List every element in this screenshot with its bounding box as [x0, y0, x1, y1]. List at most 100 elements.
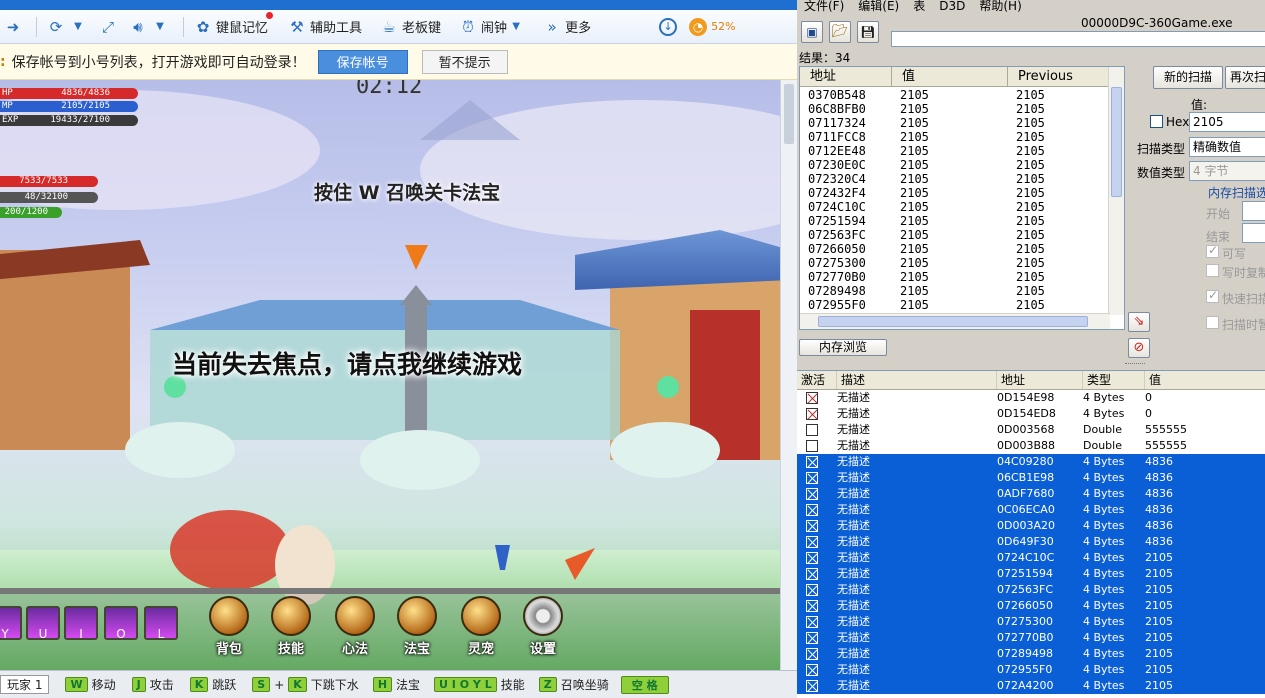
new-scan-button[interactable]: 新的扫描	[1153, 66, 1223, 89]
dont-remind-button[interactable]: 暂不提示	[421, 49, 508, 74]
active-checkbox[interactable]	[806, 536, 818, 548]
cpu-meter[interactable]: ◔ 52%	[685, 10, 739, 44]
next-scan-button[interactable]: 再次扫	[1225, 66, 1265, 89]
active-checkbox[interactable]	[806, 552, 818, 564]
scan-result-row[interactable]: 07289498 2105 2105	[808, 284, 1108, 298]
menu-help[interactable]: 帮助(H)	[972, 0, 1028, 14]
more-button[interactable]: » 更多	[539, 10, 595, 44]
add-to-list-button[interactable]: ⇘	[1128, 312, 1150, 332]
scan-result-row[interactable]: 072955F0 2105 2105	[808, 298, 1108, 312]
menu-d3d[interactable]: D3D	[932, 0, 972, 14]
col-active[interactable]: 激活	[797, 371, 837, 389]
address-entry-row[interactable]: 无描述 0D003B88 Double 555555	[797, 438, 1265, 454]
game-canvas[interactable]: HP 4836/4836 MP 2105/2105 EXP 19433/27100 7…	[0, 80, 780, 670]
scan-result-row[interactable]: 072563FC 2105 2105	[808, 228, 1108, 242]
active-checkbox[interactable]	[806, 648, 818, 660]
scrollbar-thumb[interactable]	[1111, 87, 1122, 197]
fast-scan-checkbox[interactable]	[1206, 288, 1219, 303]
end-address-input[interactable]	[1242, 223, 1265, 243]
scan-result-row[interactable]: 07230E0C 2105 2105	[808, 158, 1108, 172]
col-type[interactable]: 类型	[1083, 371, 1145, 389]
skill-slot-l[interactable]: L	[144, 606, 178, 641]
active-checkbox[interactable]	[806, 440, 818, 452]
active-checkbox[interactable]	[806, 680, 818, 692]
scan-results-list[interactable]: 地址 值 Previous 0370B548 2105 2105 06C8BFB0 21…	[799, 66, 1125, 330]
scan-result-row[interactable]: 072770B0 2105 2105	[808, 270, 1108, 284]
refresh-button[interactable]: ⟳ ▼	[43, 10, 95, 44]
forward-button[interactable]: ➜	[0, 10, 30, 44]
scan-result-row[interactable]: 07251594 2105 2105	[808, 214, 1108, 228]
col-val[interactable]: 值	[1145, 371, 1265, 389]
address-entry-row[interactable]: 无描述 0D154E98 4 Bytes 0	[797, 390, 1265, 406]
active-checkbox[interactable]	[806, 600, 818, 612]
scan-result-row[interactable]: 0370B548 2105 2105	[808, 88, 1108, 102]
clear-list-button[interactable]: ⊘	[1128, 338, 1150, 358]
keymouse-memory-button[interactable]: ✿ 键鼠记忆	[190, 10, 273, 44]
address-list[interactable]: 激活 描述 地址 类型 值 无描述 0D154E98 4 Bytes 0 无描述 0D15…	[797, 370, 1265, 698]
scan-result-row[interactable]: 0712EE48 2105 2105	[808, 144, 1108, 158]
scan-result-row[interactable]: 0711FCC8 2105 2105	[808, 130, 1108, 144]
menu-file[interactable]: 文件(F)	[797, 0, 851, 14]
pet-button[interactable]: 灵宠	[456, 596, 506, 657]
address-entry-row[interactable]: 无描述 072955F0 4 Bytes 2105	[797, 662, 1265, 678]
address-entry-row[interactable]: 无描述 06CB1E98 4 Bytes 4836	[797, 470, 1265, 486]
lost-focus-hint[interactable]: 当前失去焦点，请点我继续游戏	[172, 345, 522, 381]
skill-slot-u[interactable]: U	[26, 606, 60, 641]
copy-on-write-checkbox[interactable]	[1206, 264, 1219, 277]
menu-edit[interactable]: 编辑(E)	[851, 0, 906, 14]
splitter-grip[interactable]	[1125, 363, 1145, 366]
col-address[interactable]: 地址	[800, 67, 892, 86]
skill-slot-o[interactable]: O	[104, 606, 138, 641]
active-checkbox[interactable]	[806, 472, 818, 484]
scan-result-row[interactable]: 072320C4 2105 2105	[808, 172, 1108, 186]
active-checkbox[interactable]	[806, 408, 818, 420]
address-entry-row[interactable]: 无描述 07275300 4 Bytes 2105	[797, 614, 1265, 630]
pause-scan-checkbox[interactable]	[1206, 316, 1219, 329]
col-value[interactable]: 值	[892, 67, 1008, 86]
skill-slot-i[interactable]: I	[64, 606, 98, 641]
fullscreen-button[interactable]: ⤢	[95, 10, 125, 44]
address-entry-row[interactable]: 无描述 04C09280 4 Bytes 4836	[797, 454, 1265, 470]
col-previous[interactable]: Previous	[1008, 67, 1110, 86]
skills-button[interactable]: 技能	[266, 596, 316, 657]
scan-value-input[interactable]: 2105	[1189, 112, 1265, 132]
active-checkbox[interactable]	[806, 584, 818, 596]
address-entry-row[interactable]: 无描述 072A4200 4 Bytes 2105	[797, 678, 1265, 694]
address-entry-row[interactable]: 无描述 0ADF7680 4 Bytes 4836	[797, 486, 1265, 502]
active-checkbox[interactable]	[806, 520, 818, 532]
scan-result-row[interactable]: 07266050 2105 2105	[808, 242, 1108, 256]
address-entry-row[interactable]: 无描述 0D649F30 4 Bytes 4836	[797, 534, 1265, 550]
scrollbar-thumb[interactable]	[784, 84, 794, 144]
writable-checkbox[interactable]	[1206, 243, 1219, 258]
open-table-button[interactable]: 📂︎	[829, 21, 851, 43]
boss-key-button[interactable]: ☕︎ 老板键	[376, 10, 445, 44]
address-entry-row[interactable]: 无描述 07266050 4 Bytes 2105	[797, 598, 1265, 614]
scan-vscrollbar[interactable]	[1108, 67, 1124, 315]
address-entry-row[interactable]: 无描述 0D154ED8 4 Bytes 0	[797, 406, 1265, 422]
menu-table[interactable]: 表	[906, 0, 932, 14]
memory-view-button[interactable]: 内存浏览	[799, 339, 887, 356]
treasure-button[interactable]: 法宝	[392, 596, 442, 657]
active-checkbox[interactable]	[806, 424, 818, 436]
skill-slot-y[interactable]: Y	[0, 606, 22, 641]
bag-button[interactable]: 背包	[204, 596, 254, 657]
scan-result-row[interactable]: 07117324 2105 2105	[808, 116, 1108, 130]
select-process-button[interactable]: ▣	[801, 21, 823, 43]
browser-scrollbar[interactable]	[780, 80, 797, 698]
active-checkbox[interactable]	[806, 664, 818, 676]
active-checkbox[interactable]	[806, 488, 818, 500]
address-entry-row[interactable]: 无描述 072770B0 4 Bytes 2105	[797, 630, 1265, 646]
address-entry-row[interactable]: 无描述 07251594 4 Bytes 2105	[797, 566, 1265, 582]
address-entry-row[interactable]: 无描述 0D003568 Double 555555	[797, 422, 1265, 438]
active-checkbox[interactable]	[806, 568, 818, 580]
col-addr[interactable]: 地址	[997, 371, 1083, 389]
settings-button[interactable]: 设置	[518, 596, 568, 657]
alarm-button[interactable]: ⏰︎ 闹钟 ▼	[455, 10, 533, 44]
start-address-input[interactable]	[1242, 201, 1265, 221]
address-entry-row[interactable]: 无描述 07289498 4 Bytes 2105	[797, 646, 1265, 662]
hex-checkbox[interactable]	[1150, 115, 1163, 128]
address-entry-row[interactable]: 无描述 0724C10C 4 Bytes 2105	[797, 550, 1265, 566]
active-checkbox[interactable]	[806, 392, 818, 404]
address-entry-row[interactable]: 无描述 072563FC 4 Bytes 2105	[797, 582, 1265, 598]
active-checkbox[interactable]	[806, 616, 818, 628]
